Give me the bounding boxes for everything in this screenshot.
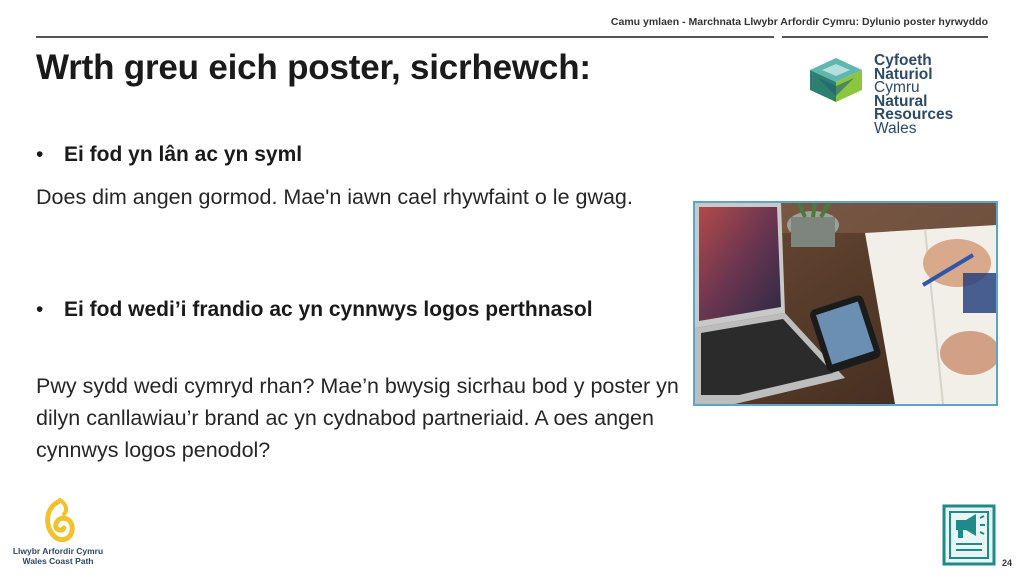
bullet-glyph: • bbox=[36, 298, 44, 321]
megaphone-document-icon bbox=[942, 504, 996, 566]
bullet-body-2: Pwy sydd wedi cymryd rhan? Mae’n bwysig … bbox=[36, 374, 679, 462]
nrw-cube-logo-icon bbox=[810, 58, 862, 102]
bullet-heading-2: Ei fod wedi’i frandio ac yn cynnwys logo… bbox=[64, 298, 593, 321]
bullet-heading-1: Ei fod yn lân ac yn syml bbox=[64, 143, 303, 166]
wales-coast-path-logo: Llwybr Arfordir Cymru Wales Coast Path bbox=[10, 494, 106, 574]
page-title: Wrth greu eich poster, sicrhewch: bbox=[36, 48, 591, 87]
bullet-item-2: • Ei fod wedi’i frandio ac yn cynnwys lo… bbox=[36, 294, 624, 326]
wcp-line-1: Llwybr Arfordir Cymru bbox=[12, 546, 104, 556]
nrw-logo: Cyfoeth Naturiol Cymru Natural Resources… bbox=[806, 52, 986, 142]
header-breadcrumb: Camu ymlaen - Marchnata Llwybr Arfordir … bbox=[610, 16, 988, 28]
wcp-line-2: Wales Coast Path bbox=[22, 556, 94, 566]
wales-coast-path-logo-icon bbox=[45, 498, 75, 543]
header-rule-left bbox=[36, 36, 774, 38]
header-rule-right bbox=[782, 36, 988, 38]
bullet-body-1: Does dim angen gormod. Mae'n iawn cael r… bbox=[36, 185, 633, 209]
bullet-item-1: • Ei fod yn lân ac yn syml bbox=[36, 139, 624, 171]
workspace-photo bbox=[693, 201, 998, 406]
bullet-glyph: • bbox=[36, 143, 44, 166]
page-number: 24 bbox=[1001, 558, 1012, 568]
nrw-line-6: Wales bbox=[874, 119, 917, 137]
